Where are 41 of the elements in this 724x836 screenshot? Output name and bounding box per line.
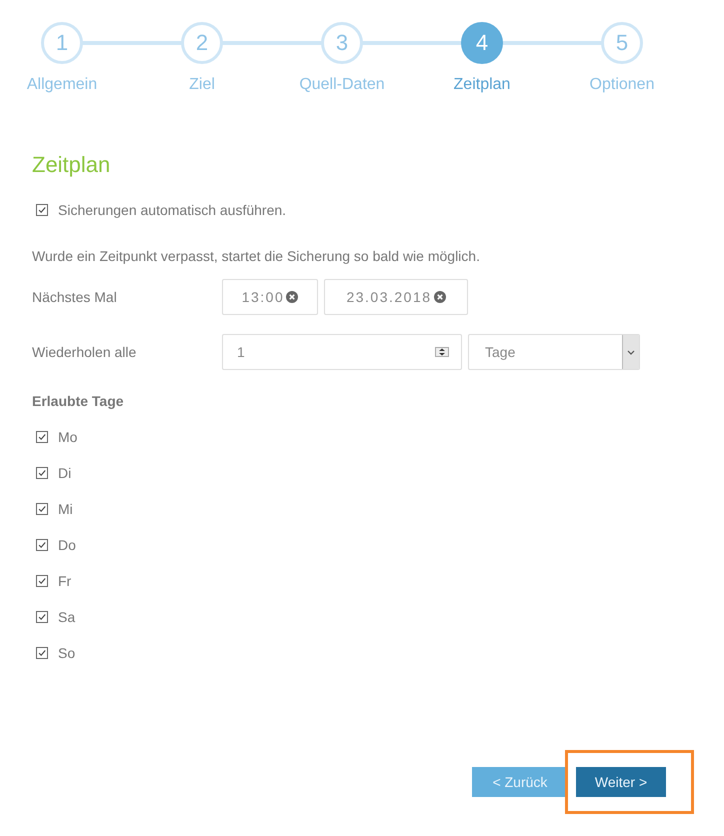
checkbox-label: Di [58,465,72,481]
date-field[interactable]: 23.03.2018 [324,279,468,315]
checkbox-label: Mi [58,501,73,517]
section-heading: Erlaubte Tage [32,393,125,409]
unit-dropdown[interactable]: Tage [468,334,640,370]
step-circle[interactable]: 2 [181,22,223,64]
chevron-down-icon [627,350,635,354]
step-circle[interactable]: 4 [461,22,503,64]
step-label: Zeitplan [454,76,510,94]
number-field[interactable]: 1 [222,334,462,370]
section-title: Zeitplan [32,154,112,176]
field-label: Nächstes Mal [32,289,118,305]
checkbox[interactable] [36,539,48,551]
checkbox[interactable] [36,467,48,479]
time-field[interactable]: 13:00 [222,279,318,315]
step-circle[interactable]: 1 [41,22,83,64]
checkbox[interactable] [36,575,48,587]
info-text: Wurde ein Zeitpunkt verpasst, startet die Sicherung so bald wie möglich. [32,249,481,263]
step-circle[interactable]: 5 [601,22,643,64]
step-circle[interactable]: 3 [321,22,363,64]
checkbox[interactable] [36,503,48,515]
checkbox-label: Mo [58,429,78,445]
back-button[interactable]: < Zurück [472,767,568,797]
spinner-icon[interactable] [435,347,449,357]
checkbox-label: So [58,645,76,661]
next-button[interactable]: Weiter > [576,767,666,797]
checkbox[interactable] [36,611,48,623]
checkbox-label: Fr [58,573,72,589]
step-label: Ziel [189,76,215,94]
checkbox-label: Sa [58,609,76,625]
clear-icon[interactable] [434,291,446,303]
checkbox[interactable] [36,204,48,216]
checkbox-label: Sicherungen automatisch ausführen. [58,202,286,218]
field-label: Wiederholen alle [32,344,138,360]
checkbox-label: Do [58,537,76,553]
checkbox[interactable] [36,431,48,443]
clear-icon[interactable] [286,291,298,303]
step-label: Quell-Daten [299,76,385,94]
step-label: Optionen [590,76,654,94]
step-label: Allgemein [26,76,98,94]
checkbox[interactable] [36,647,48,659]
